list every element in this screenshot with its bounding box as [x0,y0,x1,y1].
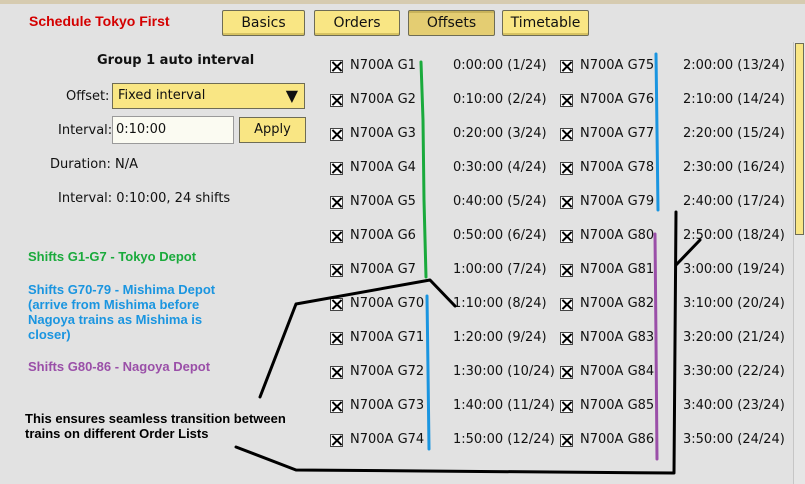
shift-row: N700A G80 2:50:00 (18/24) [0,226,790,248]
shift-row: N700A G86 3:50:00 (24/24) [0,430,790,452]
shift-offset: 3:50:00 (24/24) [683,432,785,447]
shift-checkbox[interactable] [560,400,573,413]
shift-checkbox[interactable] [560,230,573,243]
shift-offset: 2:00:00 (13/24) [683,58,785,73]
shift-offset: 2:10:00 (14/24) [683,92,785,107]
shift-offset: 2:20:00 (15/24) [683,126,785,141]
shift-row: N700A G85 3:40:00 (23/24) [0,396,790,418]
window-top-strip [0,0,805,4]
shift-offset: 3:40:00 (23/24) [683,398,785,413]
shift-train-name: N700A G78 [580,160,655,175]
shift-offset: 3:00:00 (19/24) [683,262,785,277]
tab-timetable[interactable]: Timetable [502,10,589,36]
shift-offset: 3:10:00 (20/24) [683,296,785,311]
shift-row: N700A G76 2:10:00 (14/24) [0,90,790,112]
shift-train-name: N700A G83 [580,330,655,345]
shift-offset: 2:40:00 (17/24) [683,194,785,209]
shift-row: N700A G78 2:30:00 (16/24) [0,158,790,180]
shift-train-name: N700A G79 [580,194,655,209]
shift-train-name: N700A G82 [580,296,655,311]
tab-orders[interactable]: Orders [314,10,400,36]
shift-checkbox[interactable] [560,264,573,277]
shift-train-name: N700A G81 [580,262,655,277]
shift-checkbox[interactable] [560,94,573,107]
tab-basics[interactable]: Basics [222,10,305,36]
shift-train-name: N700A G84 [580,364,655,379]
shift-checkbox[interactable] [560,434,573,447]
shift-row: N700A G75 2:00:00 (13/24) [0,56,790,78]
shift-offset: 3:30:00 (22/24) [683,364,785,379]
shift-offset: 2:50:00 (18/24) [683,228,785,243]
shift-offset: 3:20:00 (21/24) [683,330,785,345]
window-title: Schedule Tokyo First [29,13,170,29]
shift-row: N700A G81 3:00:00 (19/24) [0,260,790,282]
shift-offset: 2:30:00 (16/24) [683,160,785,175]
shift-checkbox[interactable] [560,196,573,209]
shift-train-name: N700A G77 [580,126,655,141]
shift-checkbox[interactable] [560,298,573,311]
shift-checkbox[interactable] [560,366,573,379]
shift-train-name: N700A G85 [580,398,655,413]
schedule-window: Schedule Tokyo First Basics Orders Offse… [0,0,805,484]
shift-train-name: N700A G75 [580,58,655,73]
shift-train-name: N700A G86 [580,432,655,447]
shift-train-name: N700A G80 [580,228,655,243]
shift-checkbox[interactable] [560,128,573,141]
tab-offsets[interactable]: Offsets [408,10,495,36]
scrollbar-thumb[interactable] [795,43,804,235]
shift-train-name: N700A G76 [580,92,655,107]
shift-row: N700A G82 3:10:00 (20/24) [0,294,790,316]
shift-row: N700A G83 3:20:00 (21/24) [0,328,790,350]
shift-row: N700A G79 2:40:00 (17/24) [0,192,790,214]
shift-row: N700A G77 2:20:00 (15/24) [0,124,790,146]
shift-row: N700A G84 3:30:00 (22/24) [0,362,790,384]
shift-checkbox[interactable] [560,332,573,345]
shift-checkbox[interactable] [560,60,573,73]
shift-checkbox[interactable] [560,162,573,175]
